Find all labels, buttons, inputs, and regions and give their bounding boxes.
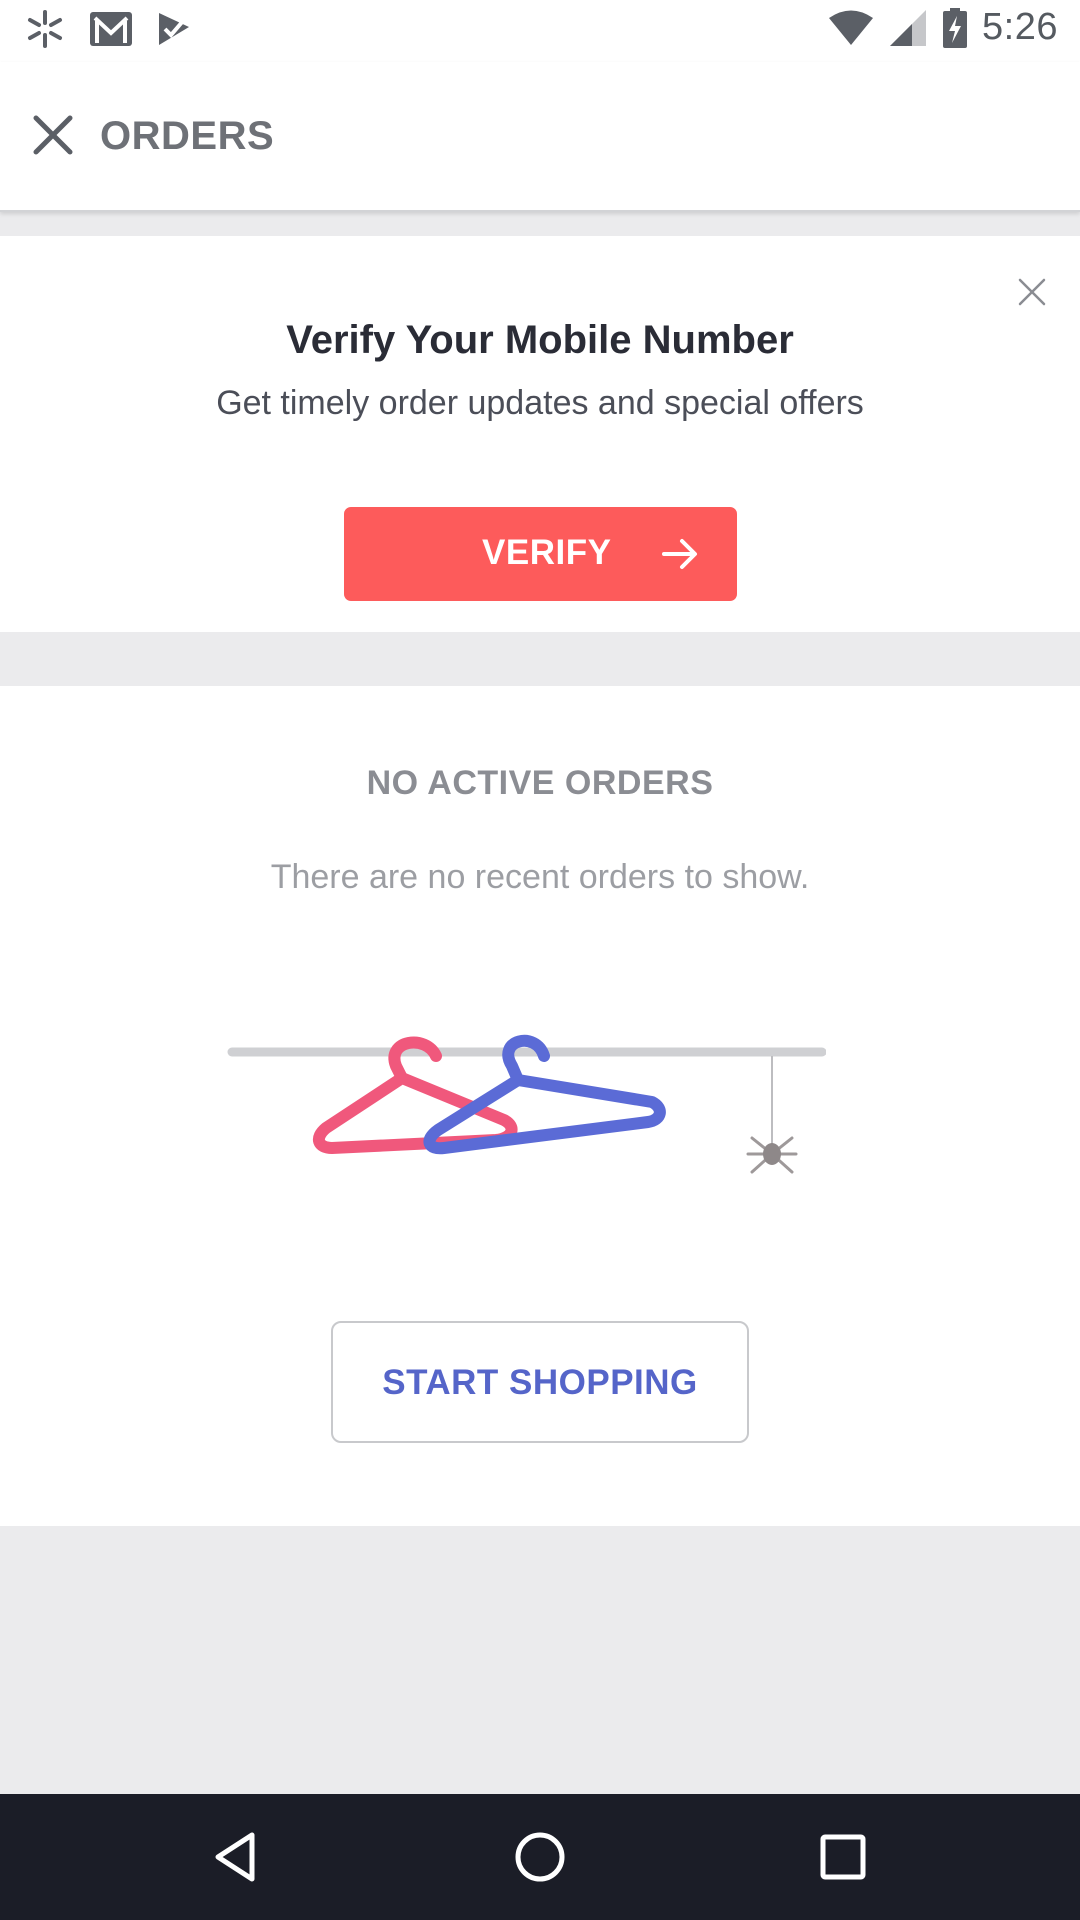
walmart-spark-icon — [28, 10, 62, 48]
empty-rail-illustration — [227, 1034, 826, 1174]
nav-recents-button[interactable] — [813, 1827, 873, 1887]
status-left-icons — [24, 8, 192, 50]
no-orders-heading: NO ACTIVE ORDERS — [366, 764, 714, 802]
verify-heading: Verify Your Mobile Number — [286, 318, 794, 362]
nav-home-button[interactable] — [510, 1827, 570, 1887]
arrow-right-icon — [662, 539, 697, 569]
close-icon — [1018, 278, 1046, 306]
verify-button[interactable]: VERIFY — [344, 507, 737, 601]
status-bar: 5:26 — [0, 0, 1080, 62]
no-orders-subtext: There are no recent orders to show. — [270, 858, 810, 896]
app-bar: ORDERS — [0, 62, 1080, 212]
cell-signal-icon — [890, 9, 927, 46]
orders-empty-state: NO ACTIVE ORDERS There are no recent ord… — [0, 686, 1080, 1526]
checkmark-app-icon — [159, 13, 189, 45]
home-circle-icon — [515, 1832, 565, 1882]
status-time: 5:26 — [982, 6, 1058, 48]
dismiss-verify-button[interactable] — [1012, 272, 1052, 312]
verify-button-label: VERIFY — [482, 533, 612, 572]
close-button[interactable] — [26, 108, 80, 162]
gmail-icon — [90, 12, 132, 46]
wifi-icon — [829, 10, 874, 45]
close-icon — [33, 115, 73, 155]
spider-icon — [746, 1056, 798, 1174]
nav-back-button[interactable] — [206, 1827, 266, 1887]
verify-mobile-card: Verify Your Mobile Number Get timely ord… — [0, 236, 1080, 632]
status-right-icons: 5:26 — [828, 6, 1058, 49]
start-shopping-label: START SHOPPING — [382, 1363, 698, 1402]
verify-subtext: Get timely order updates and special off… — [216, 384, 864, 422]
system-nav-bar — [0, 1794, 1080, 1920]
blue-hanger-icon — [423, 1034, 666, 1155]
page-title: ORDERS — [100, 114, 275, 158]
recents-square-icon — [820, 1834, 866, 1880]
start-shopping-button[interactable]: START SHOPPING — [331, 1321, 749, 1443]
back-triangle-icon — [215, 1832, 255, 1882]
battery-charging-icon — [943, 7, 968, 48]
